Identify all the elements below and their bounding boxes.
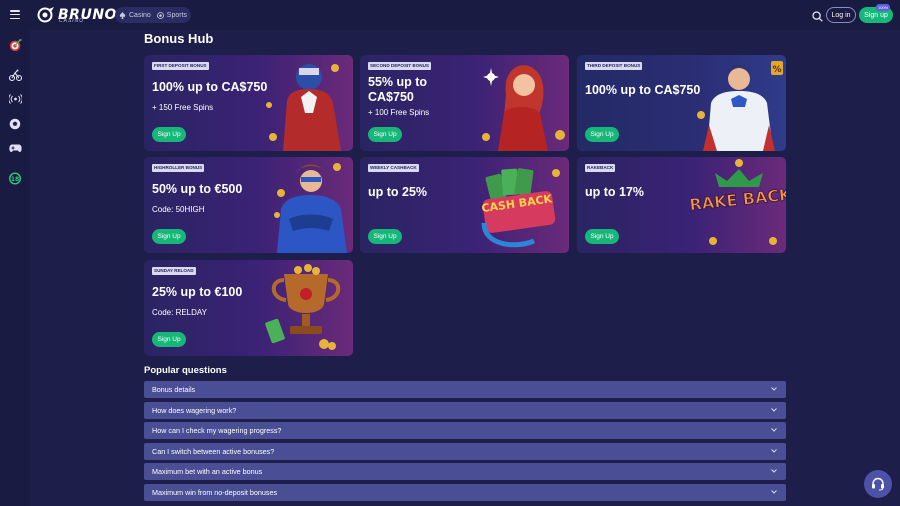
- sign-up-button[interactable]: Sign Up: [368, 229, 402, 244]
- chevron-down-icon: [771, 428, 777, 432]
- ball-icon: [156, 11, 164, 19]
- sign-up-button[interactable]: Sign Up: [368, 127, 402, 142]
- sign-up-button[interactable]: Sign Up: [585, 229, 619, 244]
- tab-casino[interactable]: Casino: [119, 11, 151, 19]
- gamepad-icon[interactable]: [8, 141, 22, 155]
- superhero-red-icon: [266, 64, 341, 151]
- trophy-icon: [265, 264, 341, 350]
- bonus-card-third-deposit[interactable]: THIRD DEPOSIT BONUS 100% up to CA$750 Si…: [577, 55, 786, 151]
- logo[interactable]: BRUNO CASINO: [37, 6, 117, 24]
- superhero-blue-icon: %: [697, 61, 783, 151]
- bonus-subtext: Code: 50HIGH: [152, 205, 205, 214]
- bonus-tag: WEEKLY CASHBACK: [368, 164, 419, 172]
- bonus-subtext: Code: RELDAY: [152, 308, 207, 317]
- bonus-subtext: + 150 Free Spins: [152, 103, 214, 112]
- faq-question: Bonus details: [152, 385, 196, 394]
- faq-item[interactable]: Maximum win from no-deposit bonuses: [144, 484, 786, 501]
- faq-item[interactable]: Can I switch between active bonuses?: [144, 443, 786, 460]
- bonus-headline: 55% up to CA$750: [368, 75, 428, 104]
- tab-sports[interactable]: Sports: [156, 11, 188, 19]
- svg-text:%: %: [772, 65, 781, 75]
- sign-up-button[interactable]: Sign Up: [152, 229, 186, 244]
- target-dart-icon[interactable]: [8, 38, 22, 52]
- page-title: Bonus Hub: [144, 31, 214, 46]
- bonus-card-highroller[interactable]: HIGHROLLER BONUS 50% up to €500 Code: 50…: [144, 157, 353, 253]
- faq-question: Can I switch between active bonuses?: [152, 447, 275, 456]
- bonus-tag: SECOND DEPOSIT BONUS: [368, 62, 431, 70]
- sign-up-button[interactable]: Sign Up: [152, 127, 186, 142]
- chevron-down-icon: [771, 408, 777, 412]
- rake-back-icon: RAKE BACK: [691, 159, 786, 245]
- chevron-down-icon: [771, 449, 777, 453]
- faq-item[interactable]: How can I check my wagering progress?: [144, 422, 786, 439]
- support-chat-button[interactable]: [864, 470, 892, 498]
- cash-back-icon: CASH BACK: [481, 168, 560, 248]
- eighteen-plus-icon[interactable]: 18: [8, 171, 22, 185]
- search-icon[interactable]: [812, 9, 823, 22]
- soccer-ball-icon[interactable]: [8, 117, 22, 131]
- login-button[interactable]: Log in: [826, 7, 856, 23]
- tab-casino-label: Casino: [129, 11, 151, 19]
- faq-question: Maximum win from no-deposit bonuses: [152, 488, 278, 497]
- chevron-down-icon: [771, 490, 777, 494]
- faq-item[interactable]: How does wagering work?: [144, 402, 786, 419]
- faq-question: How can I check my wagering progress?: [152, 426, 282, 435]
- bonus-card-first-deposit[interactable]: FIRST DEPOSIT BONUS 100% up to CA$750 + …: [144, 55, 353, 151]
- bonus-tag: RAKEBACK: [585, 164, 616, 172]
- spade-icon: [119, 11, 126, 19]
- bonus-card-sunday-reload[interactable]: SUNDAY RELOAD 25% up to €100 Code: RELDA…: [144, 260, 353, 356]
- faq-title: Popular questions: [144, 365, 227, 376]
- faq-item[interactable]: Bonus details: [144, 381, 786, 398]
- masked-hero-icon: [274, 163, 347, 253]
- chevron-down-icon: [771, 469, 777, 473]
- faq-question: How does wagering work?: [152, 406, 237, 415]
- bonus-subtext: + 100 Free Spins: [368, 108, 430, 117]
- top-bar: BRUNO CASINO Casino Sports Log in Sign u…: [0, 0, 900, 30]
- svg-text:18: 18: [11, 176, 19, 183]
- mode-switch: Casino Sports: [115, 7, 192, 23]
- sign-up-button[interactable]: Sign Up: [152, 332, 186, 347]
- faq-item[interactable]: Maximum bet with an active bonus: [144, 463, 786, 480]
- bonus-headline: up to 17%: [585, 185, 645, 199]
- signup-badge: 100%: [876, 4, 891, 11]
- bonus-card-rakeback[interactable]: RAKEBACK up to 17% Sign Up RAKE BACK: [577, 157, 786, 253]
- sidebar: 18: [0, 30, 30, 506]
- bonus-headline: up to 25%: [368, 185, 428, 199]
- rake-back-text: RAKE BACK: [691, 185, 786, 215]
- bonus-card-second-deposit[interactable]: SECOND DEPOSIT BONUS 55% up to CA$750 + …: [360, 55, 569, 151]
- logo-subtitle: CASINO: [59, 18, 85, 24]
- menu-icon[interactable]: [10, 10, 20, 19]
- faq-question: Maximum bet with an active bonus: [152, 467, 263, 476]
- bonus-tag: THIRD DEPOSIT BONUS: [585, 62, 643, 70]
- bonus-card-weekly-cashback[interactable]: WEEKLY CASHBACK up to 25% Sign Up CASH B…: [360, 157, 569, 253]
- sign-up-button[interactable]: Sign Up: [585, 127, 619, 142]
- cycling-icon[interactable]: [8, 68, 22, 82]
- chevron-down-icon: [771, 387, 777, 391]
- bonus-tag: SUNDAY RELOAD: [152, 267, 196, 275]
- heroine-red-icon: [482, 65, 565, 151]
- logo-mark-icon: [37, 7, 55, 23]
- tab-sports-label: Sports: [166, 11, 188, 19]
- bonus-tag: HIGHROLLER BONUS: [152, 164, 205, 172]
- live-broadcast-icon[interactable]: [8, 92, 22, 106]
- bonus-tag: FIRST DEPOSIT BONUS: [152, 62, 209, 70]
- headset-icon: [872, 477, 884, 491]
